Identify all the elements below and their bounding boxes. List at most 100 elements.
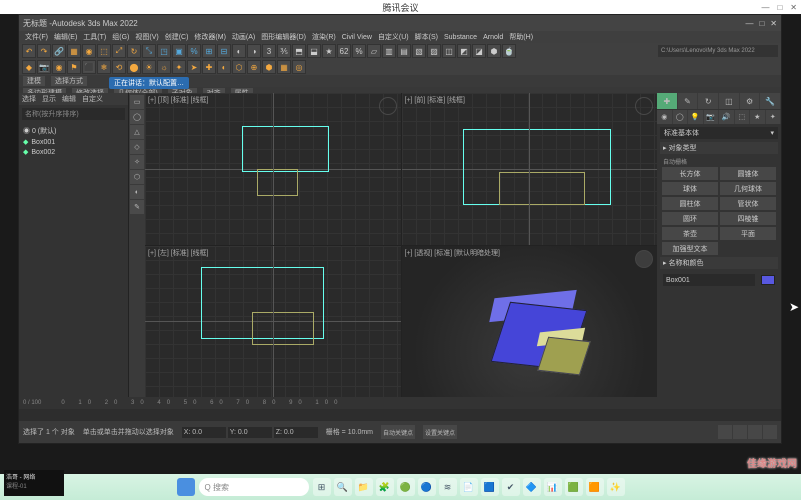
taskbar-app-icon[interactable]: 🟦 bbox=[481, 478, 499, 496]
scene-tab[interactable]: 选择 bbox=[19, 93, 39, 105]
taskbar-search[interactable]: Q 搜索 bbox=[199, 478, 309, 496]
rollout-header-name-color[interactable]: ▸ 名称和颜色 bbox=[660, 257, 778, 269]
menu-item[interactable]: 视图(V) bbox=[133, 32, 160, 42]
viewcube-icon[interactable] bbox=[635, 97, 653, 115]
time-slider[interactable]: 0 / 100 0 10 20 30 40 50 60 70 80 90 100 bbox=[19, 397, 781, 409]
scene-search-input[interactable]: 名称(按升序排序) bbox=[22, 108, 125, 120]
meeting-min-button[interactable]: — bbox=[761, 3, 769, 12]
toolbar-button[interactable]: 62 bbox=[337, 44, 351, 58]
viewport-label[interactable]: [+] [左] [标准] [线框] bbox=[148, 248, 208, 258]
zoom-button[interactable] bbox=[733, 425, 747, 439]
toolbar-button[interactable]: 🔗 bbox=[52, 44, 66, 58]
primitive-button[interactable]: 加强型文本 bbox=[662, 242, 718, 255]
object-name-input[interactable]: Box001 bbox=[663, 274, 755, 286]
coord-x[interactable]: X: 0.0 bbox=[182, 427, 226, 438]
toolbar-button[interactable]: ⚑ bbox=[67, 60, 81, 74]
max-restore-button[interactable]: □ bbox=[759, 19, 764, 28]
toolbar-button[interactable]: ◪ bbox=[472, 44, 486, 58]
viewcube-icon[interactable] bbox=[635, 250, 653, 268]
toolbar-button[interactable]: ◫ bbox=[442, 44, 456, 58]
toolbar-button[interactable]: ⬡ bbox=[232, 60, 246, 74]
primitive-button[interactable]: 四棱锥 bbox=[720, 212, 776, 225]
menu-item[interactable]: 图形编辑器(D) bbox=[259, 32, 308, 42]
toolbar-button[interactable]: 🍵 bbox=[502, 44, 516, 58]
menu-item[interactable]: 组(G) bbox=[110, 32, 131, 42]
command-tab[interactable]: ↻ bbox=[698, 93, 718, 109]
toolbar-button[interactable]: ▣ bbox=[172, 44, 186, 58]
primitive-button[interactable]: 圆环 bbox=[662, 212, 718, 225]
taskbar-app-icon[interactable]: 🟩 bbox=[565, 478, 583, 496]
coord-z[interactable]: Z: 0.0 bbox=[274, 427, 318, 438]
menu-item[interactable]: 动画(A) bbox=[230, 32, 257, 42]
left-tool-button[interactable]: ◇ bbox=[130, 140, 144, 154]
object-color-swatch[interactable] bbox=[761, 275, 775, 285]
toolbar-button[interactable]: ☼ bbox=[157, 60, 171, 74]
taskbar-app-icon[interactable]: 🔵 bbox=[418, 478, 436, 496]
toolbar-button[interactable]: ⬤ bbox=[127, 60, 141, 74]
command-tab[interactable]: ✚ bbox=[657, 93, 677, 109]
taskbar-app-icon[interactable]: ✔ bbox=[502, 478, 520, 496]
toolbar-button[interactable]: ◎ bbox=[292, 60, 306, 74]
left-tool-button[interactable]: ◯ bbox=[130, 110, 144, 124]
menu-item[interactable]: 帮助(H) bbox=[507, 32, 535, 42]
toolbar-button[interactable]: 📷 bbox=[37, 60, 51, 74]
menu-item[interactable]: 自定义(U) bbox=[376, 32, 411, 42]
menu-item[interactable]: Arnold bbox=[481, 34, 505, 41]
toolbar-button[interactable]: % bbox=[187, 44, 201, 58]
toolbar-button[interactable]: ⤢ bbox=[112, 44, 126, 58]
autogrid-checkbox[interactable]: 自动栅格 bbox=[660, 156, 778, 167]
menu-item[interactable]: 渲染(R) bbox=[310, 32, 338, 42]
taskbar-app-icon[interactable]: 🟧 bbox=[586, 478, 604, 496]
toolbar-button[interactable]: ⬓ bbox=[307, 44, 321, 58]
max-close-button[interactable]: ✕ bbox=[770, 19, 777, 28]
command-tab[interactable]: ⚙ bbox=[740, 93, 760, 109]
toolbar-button[interactable]: ✚ bbox=[202, 60, 216, 74]
primitive-button[interactable]: 管状体 bbox=[720, 197, 776, 210]
primitive-button[interactable]: 几何球体 bbox=[720, 182, 776, 195]
toolbar-button[interactable]: 3 bbox=[262, 44, 276, 58]
coord-y[interactable]: Y: 0.0 bbox=[228, 427, 272, 438]
command-tab[interactable]: ◫ bbox=[719, 93, 739, 109]
menu-item[interactable]: 修改器(M) bbox=[192, 32, 228, 42]
scene-root[interactable]: ◉ 0 (默认) bbox=[23, 125, 124, 137]
scene-node[interactable]: ◆Box001 bbox=[23, 137, 124, 147]
left-tool-button[interactable]: ▭ bbox=[130, 95, 144, 109]
toolbar-button[interactable]: ◆ bbox=[22, 60, 36, 74]
toolbar-button[interactable]: % bbox=[352, 44, 366, 58]
toolbar-button[interactable]: ▱ bbox=[367, 44, 381, 58]
create-category[interactable]: 💡 bbox=[688, 110, 703, 124]
track-bar[interactable] bbox=[19, 409, 781, 421]
set-key-button[interactable]: 设置关键点 bbox=[423, 425, 457, 439]
toolbar-button[interactable]: ◉ bbox=[52, 60, 66, 74]
taskbar-app-icon[interactable]: 🧩 bbox=[376, 478, 394, 496]
menu-item[interactable]: 创建(C) bbox=[163, 32, 191, 42]
viewport-label[interactable]: [+] [顶] [标准] [线框] bbox=[148, 95, 208, 105]
auto-key-button[interactable]: 自动关键点 bbox=[381, 425, 415, 439]
menu-item[interactable]: Civil View bbox=[340, 34, 374, 41]
start-button[interactable] bbox=[177, 478, 195, 496]
menu-item[interactable]: 编辑(E) bbox=[52, 32, 79, 42]
ribbon-tab[interactable]: 建模 bbox=[23, 76, 45, 86]
viewport-label[interactable]: [+] [前] [标准] [线框] bbox=[405, 95, 465, 105]
toolbar-button[interactable]: ◩ bbox=[457, 44, 471, 58]
create-category[interactable]: ⬚ bbox=[735, 110, 750, 124]
primitive-button[interactable]: 长方体 bbox=[662, 167, 718, 180]
taskbar-app-icon[interactable]: 📊 bbox=[544, 478, 562, 496]
toolbar-button[interactable]: ⅗ bbox=[277, 44, 291, 58]
toolbar-button[interactable]: ▨ bbox=[427, 44, 441, 58]
toolbar-button[interactable]: ⟲ bbox=[112, 60, 126, 74]
max-min-button[interactable]: — bbox=[745, 19, 753, 28]
toolbar-button[interactable]: ⬢ bbox=[262, 60, 276, 74]
toolbar-button[interactable]: ▦ bbox=[277, 60, 291, 74]
toolbar-button[interactable]: ↷ bbox=[37, 44, 51, 58]
toolbar-button[interactable]: ⬢ bbox=[487, 44, 501, 58]
primitive-button[interactable]: 圆锥体 bbox=[720, 167, 776, 180]
viewport-front[interactable]: [+] [前] [标准] [线框] bbox=[402, 93, 658, 245]
toolbar-button[interactable]: ↻ bbox=[127, 44, 141, 58]
create-category[interactable]: ✦ bbox=[766, 110, 781, 124]
ribbon-tab[interactable]: 选择方式 bbox=[51, 76, 87, 86]
menu-item[interactable]: 脚本(S) bbox=[413, 32, 440, 42]
left-tool-button[interactable]: ✧ bbox=[130, 155, 144, 169]
menu-item[interactable]: Substance bbox=[442, 34, 479, 41]
taskbar-app-icon[interactable]: ⊞ bbox=[313, 478, 331, 496]
